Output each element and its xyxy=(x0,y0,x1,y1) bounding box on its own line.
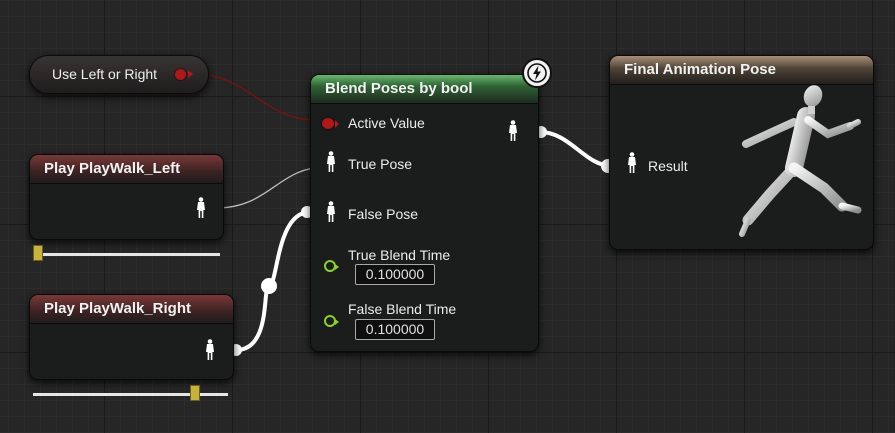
slider-handle[interactable] xyxy=(33,245,43,261)
true-pose-label: True Pose xyxy=(348,156,413,172)
blend-poses-title: Blend Poses by bool xyxy=(311,75,538,104)
slider-handle[interactable] xyxy=(190,385,200,401)
true-pose-pin-icon[interactable] xyxy=(325,151,337,173)
false-blend-time-pin[interactable] xyxy=(324,315,339,327)
false-blend-time-input[interactable]: 0.100000 xyxy=(355,319,435,340)
slider-track xyxy=(33,253,220,256)
lightning-bolt-icon xyxy=(522,58,552,88)
running-mannequin-icon xyxy=(739,85,862,237)
use-left-or-right-node[interactable]: Use Left or Right xyxy=(29,55,209,94)
wire-reroute-dot[interactable] xyxy=(261,278,277,294)
result-label: Result xyxy=(648,158,688,174)
play-walk-right-slider[interactable] xyxy=(33,385,228,403)
play-walk-right-node[interactable]: Play PlayWalk_Right xyxy=(29,294,234,380)
use-left-or-right-label: Use Left or Right xyxy=(52,66,158,82)
final-pose-title: Final Animation Pose xyxy=(610,56,873,85)
play-walk-left-title: Play PlayWalk_Left xyxy=(30,155,223,184)
play-walk-right-title: Play PlayWalk_Right xyxy=(30,295,233,324)
play-walk-left-node[interactable]: Play PlayWalk_Left xyxy=(29,154,224,240)
active-value-pin[interactable] xyxy=(322,118,334,129)
false-pose-pin-icon[interactable] xyxy=(325,201,337,223)
false-blend-time-label: False Blend Time xyxy=(348,301,457,317)
false-pose-label: False Pose xyxy=(348,206,419,222)
true-blend-time-label: True Blend Time xyxy=(348,247,451,263)
blend-poses-by-bool-node[interactable]: Blend Poses by bool Active Value True Po… xyxy=(310,74,539,352)
active-value-label: Active Value xyxy=(348,115,425,131)
pin-arrow-icon xyxy=(335,120,339,128)
pin-arrow-icon xyxy=(188,70,193,78)
final-animation-pose-node[interactable]: Final Animation Pose Result xyxy=(609,55,874,250)
pose-output-pin-icon[interactable] xyxy=(195,197,207,219)
true-blend-time-pin[interactable] xyxy=(324,260,339,272)
play-walk-left-slider[interactable] xyxy=(33,245,220,263)
wire-output-pose xyxy=(538,130,614,168)
pose-output-pin-icon[interactable] xyxy=(507,120,519,142)
pose-output-pin-icon[interactable] xyxy=(204,339,216,361)
bool-output-pin[interactable] xyxy=(175,69,186,80)
true-blend-time-input[interactable]: 0.100000 xyxy=(355,264,435,285)
result-pin-icon[interactable] xyxy=(626,152,638,174)
